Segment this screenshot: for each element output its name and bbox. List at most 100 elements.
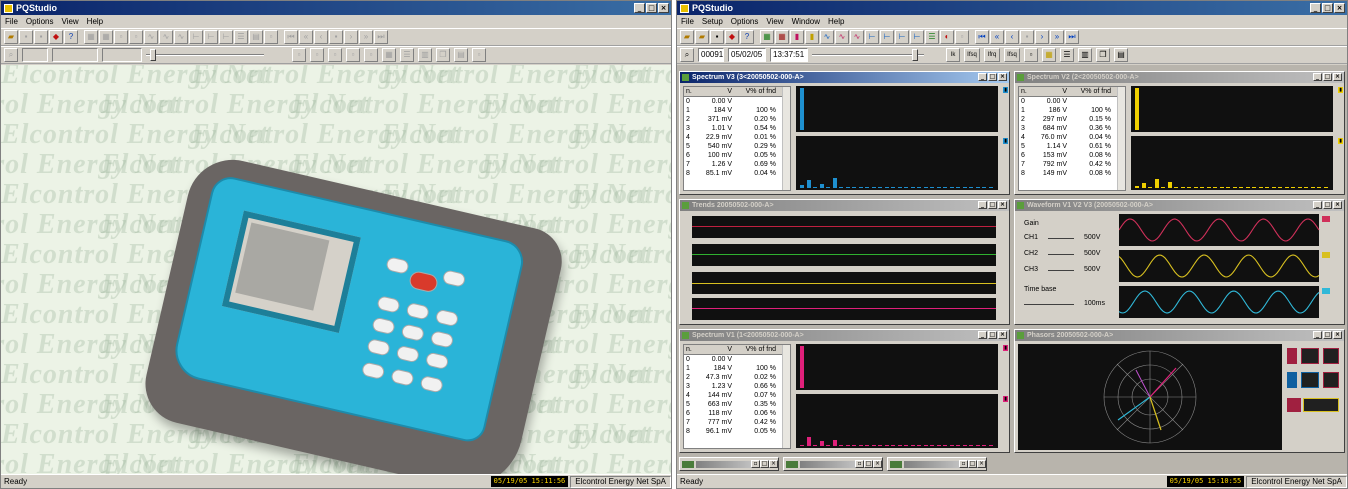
ch2-gain-row[interactable]: CH2 500V [1024,250,1100,257]
trend-view-icon-3[interactable]: ⊢ [865,30,879,44]
table-row[interactable]: 2 47.3 mV 0.02 % [684,373,790,382]
tile-horizontal-icon[interactable]: ☰ [1060,48,1074,62]
spectrum-v3-window[interactable]: Spectrum V3 (3<20050502-000-A> _ □ × n. V … [679,71,1010,195]
table-row[interactable]: 5 663 mV 0.35 % [684,400,790,409]
table-row[interactable]: 5 1.14 V 0.61 % [1019,142,1125,151]
maximize-button[interactable]: □ [864,460,873,468]
trend-view-icon-5[interactable]: ⊢ [895,30,909,44]
print-icon[interactable]: ▪ [34,30,48,44]
trends-titlebar[interactable]: Trends 20050502-000-A> _ □ × [680,200,1009,211]
view-icon-2[interactable]: ▦ [99,30,113,44]
table-row[interactable]: 3 1.01 V 0.54 % [684,124,790,133]
ifsq-button[interactable]: Ifsq [964,48,980,62]
close-button[interactable]: × [1334,3,1345,13]
table-row[interactable]: 1 184 V 100 % [684,106,790,115]
window-icon[interactable]: ▫ [472,48,486,62]
cascade-icon[interactable]: ❐ [1096,48,1110,62]
maximize-button[interactable]: □ [1323,331,1332,339]
table-row[interactable]: 7 777 mV 0.42 % [684,418,790,427]
scale-icon-1[interactable]: ▫ [292,48,306,62]
fast-forward-icon[interactable]: » [1050,30,1064,44]
ch1-gain-row[interactable]: CH1 500V [1024,234,1100,241]
minimize-button[interactable]: _ [1310,3,1321,13]
phasors-window[interactable]: Phasors 20050502-000-A> _ □ × [1014,329,1345,453]
record-number-field[interactable] [22,48,48,62]
ch3-slider[interactable] [1048,266,1075,271]
last-record-icon[interactable]: ⏭ [1065,30,1079,44]
open-folder-icon[interactable]: ▰ [4,30,18,44]
spectrum-v2-titlebar[interactable]: Spectrum V2 (2<20050502-000-A> _ □ × [1015,72,1344,83]
ifsq-button-2[interactable]: Ifsq [1004,48,1020,62]
maximize-button[interactable]: □ [1323,201,1332,209]
maximize-button[interactable]: □ [988,331,997,339]
fast-back-icon[interactable]: « [990,30,1004,44]
table-row[interactable]: 7 1.26 V 0.69 % [684,160,790,169]
close-button[interactable]: × [769,460,778,468]
minimized-window-1[interactable]: ▫ □ × [679,457,779,471]
ch2-slider[interactable] [1048,250,1075,255]
ch1-slider[interactable] [1048,234,1075,239]
stop-icon[interactable]: ▪ [1020,30,1034,44]
table-row[interactable]: 2 297 mV 0.15 % [1019,115,1125,124]
tile-vertical-icon[interactable]: ▥ [418,48,432,62]
open-folder-icon[interactable]: ▰ [680,30,694,44]
spectrum-v1-window[interactable]: Spectrum V1 (1<20050502-000-A> _ □ × n. V … [679,329,1010,453]
stop-icon[interactable]: ▪ [329,30,343,44]
help-icon[interactable]: ? [740,30,754,44]
phasors-titlebar[interactable]: Phasors 20050502-000-A> _ □ × [1015,330,1344,341]
trend-view-icon-4[interactable]: ⊢ [880,30,894,44]
minimize-button[interactable]: _ [978,331,987,339]
maximize-button[interactable]: □ [988,73,997,81]
maximize-button[interactable]: □ [1322,3,1333,13]
record-slider[interactable] [146,48,264,62]
bar-view-icon[interactable]: ▮ [790,30,804,44]
record-date-field[interactable] [52,48,98,62]
minimize-button[interactable]: _ [1313,73,1322,81]
arrange-icon[interactable]: ▤ [1114,48,1128,62]
view-icon-3[interactable]: ▫ [114,30,128,44]
table-row[interactable]: 6 153 mV 0.08 % [1019,151,1125,160]
record-date-field[interactable]: 05/02/05 [728,48,766,62]
scale-icon-5[interactable]: ▫ [364,48,378,62]
menu-help[interactable]: Help [828,17,844,26]
record-icon[interactable]: ⌕ [4,48,18,62]
table-row[interactable]: 8 85.1 mV 0.04 % [684,169,790,178]
trend-view-icon-6[interactable]: ⊢ [910,30,924,44]
close-button[interactable]: × [998,201,1007,209]
table-row[interactable]: 4 144 mV 0.07 % [684,391,790,400]
view-icon-8[interactable]: ⊢ [189,30,203,44]
view-icon-4[interactable]: ▫ [129,30,143,44]
table-row[interactable]: 7 792 mV 0.42 % [1019,160,1125,169]
table-row[interactable]: 0 0.00 V [1019,97,1125,106]
trend-view-icon-1[interactable]: ∿ [835,30,849,44]
record-time-field[interactable]: 13:37:51 [770,48,808,62]
close-button[interactable]: × [1333,201,1342,209]
view-icon-13[interactable]: ▫ [264,30,278,44]
line-view-icon[interactable]: ▮ [805,30,819,44]
trends-window[interactable]: Trends 20050502-000-A> _ □ × [679,199,1010,325]
menu-view[interactable]: View [61,17,78,26]
phasor-view-icon[interactable]: ◐ [940,30,954,44]
connect-icon[interactable]: ◆ [49,30,63,44]
record-number-field[interactable]: 00091 [698,48,724,62]
minimized-window-2[interactable]: ▫ □ × [783,457,883,471]
connect-icon[interactable]: ◆ [725,30,739,44]
table-row[interactable]: 8 149 mV 0.08 % [1019,169,1125,178]
view-icon-7[interactable]: ∿ [174,30,188,44]
close-button[interactable]: × [873,460,882,468]
ik-button[interactable]: Ik [946,48,960,62]
waveform-window[interactable]: Waveform V1 V2 V3 (20050502-000-A> _ □ × G… [1014,199,1345,325]
minimize-button[interactable]: _ [1313,201,1322,209]
table-scrollbar[interactable] [782,345,790,448]
maximize-button[interactable]: □ [646,3,657,13]
prev-record-icon[interactable]: ‹ [1005,30,1019,44]
view-icon-6[interactable]: ∿ [159,30,173,44]
close-button[interactable]: × [998,331,1007,339]
prev-record-icon[interactable]: ‹ [314,30,328,44]
table-row[interactable]: 4 76.0 mV 0.04 % [1019,133,1125,142]
table-row[interactable]: 3 684 mV 0.36 % [1019,124,1125,133]
menu-view[interactable]: View [766,17,783,26]
open-device-icon[interactable]: ▰ [695,30,709,44]
table-row[interactable]: 1 186 V 100 % [1019,106,1125,115]
table-row[interactable]: 8 96.1 mV 0.05 % [684,427,790,436]
